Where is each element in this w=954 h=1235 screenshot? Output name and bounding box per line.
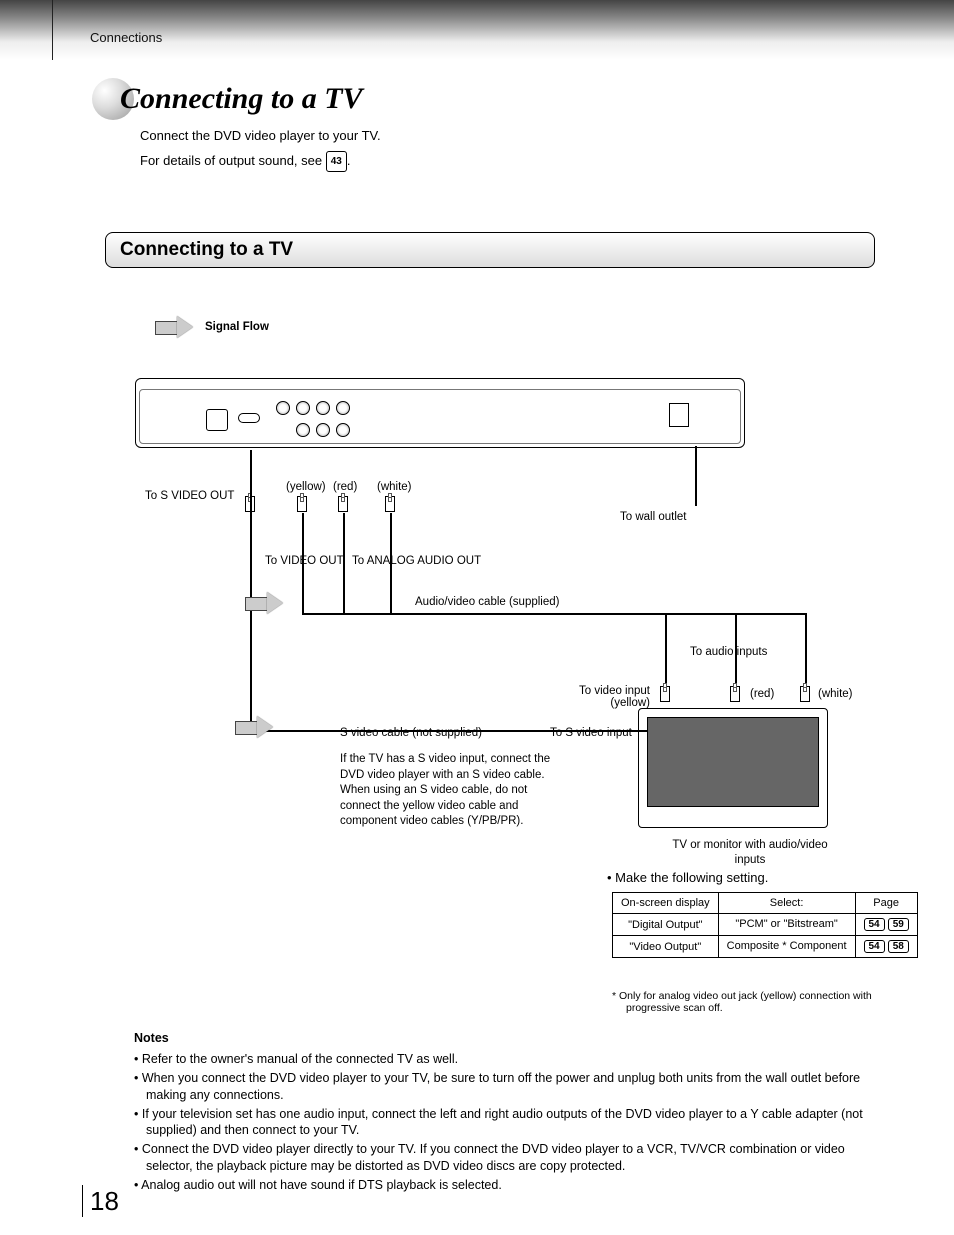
table-row: "Digital Output" "PCM" or "Bitstream" 54… [613, 914, 918, 936]
setting-prompt: • Make the following setting. [617, 870, 768, 885]
intro-text: Connect the DVD video player to your TV.… [140, 124, 381, 173]
label-red-1: (red) [333, 481, 357, 493]
label-av-cable: Audio/video cable (supplied) [415, 596, 559, 608]
section-header: Connections [90, 30, 162, 45]
optical-port [206, 409, 228, 431]
table-header-select: Select: [718, 893, 855, 914]
page-ref: 54 [864, 918, 885, 931]
panel-heading: Connecting to a TV [105, 232, 875, 268]
label-white-2: (white) [818, 688, 853, 700]
label-yellow-1: (yellow) [286, 481, 326, 493]
arrow-icon [235, 716, 275, 738]
table-header-display: On-screen display [613, 893, 719, 914]
page-number-rule [82, 1185, 83, 1217]
connection-panel: Connecting to a TV Signal Flow To wall o… [105, 232, 875, 868]
page-number: 18 [90, 1186, 119, 1217]
dvd-player-rear [135, 378, 745, 448]
tv-screen [647, 717, 819, 807]
tv-caption: TV or monitor with audio/video inputs [670, 838, 830, 868]
note-item: If your television set has one audio inp… [134, 1106, 874, 1140]
svideo-note: If the TV has a S video input, connect t… [340, 752, 565, 830]
label-analog-audio-out: To ANALOG AUDIO OUT [352, 555, 481, 567]
notes-section: Notes Refer to the owner's manual of the… [134, 1030, 874, 1196]
page-title: Connecting to a TV [120, 82, 363, 116]
settings-table: On-screen display Select: Page "Digital … [612, 892, 918, 958]
label-svideo-out: To S VIDEO OUT [145, 490, 234, 502]
svideo-cable-arrow [235, 716, 275, 741]
signal-flow-legend: Signal Flow [155, 316, 269, 338]
intro-line-1: Connect the DVD video player to your TV. [140, 124, 381, 149]
intro-line-2: For details of output sound, see 43. [140, 149, 381, 174]
page-ref-43: 43 [326, 151, 347, 172]
tv-monitor [638, 708, 828, 828]
audio-out-ports-row2 [296, 423, 350, 437]
label-video-out: To VIDEO OUT [265, 555, 344, 567]
plug-tv-white [800, 686, 810, 702]
label-to-video-input: To video input (yellow) [530, 685, 650, 709]
video-out-ports-row1 [276, 401, 350, 415]
arrow-icon [245, 592, 285, 614]
plug-yellow [297, 496, 307, 512]
left-margin-rule [52, 0, 53, 60]
note-item: Refer to the owner's manual of the conne… [134, 1051, 874, 1068]
plug-tv-red [730, 686, 740, 702]
plug-red [338, 496, 348, 512]
label-svideo-cable: S video cable (not supplied) [340, 727, 482, 739]
table-row: "Video Output" Composite * Component 54 … [613, 936, 918, 958]
arrow-icon [155, 316, 195, 338]
label-wall-outlet: To wall outlet [620, 511, 686, 523]
page-ref: 58 [888, 940, 909, 953]
note-item: Analog audio out will not have sound if … [134, 1177, 874, 1194]
plug-white [385, 496, 395, 512]
notes-title: Notes [134, 1030, 874, 1047]
label-red-2: (red) [750, 688, 774, 700]
label-white-1: (white) [377, 481, 412, 493]
plug-tv-yellow [660, 686, 670, 702]
label-to-svideo-input: To S video input [550, 727, 632, 739]
page-ref: 54 [864, 940, 885, 953]
note-item: When you connect the DVD video player to… [134, 1070, 874, 1104]
table-footnote: * Only for analog video out jack (yellow… [612, 990, 872, 1014]
table-header-page: Page [855, 893, 917, 914]
power-cable [695, 446, 697, 506]
av-cable-arrow [245, 592, 285, 617]
connection-diagram: Signal Flow To wall outlet To S VIDEO OU… [105, 268, 875, 868]
label-to-audio-inputs: To audio inputs [690, 646, 767, 658]
ac-inlet [669, 403, 689, 427]
coaxial-port [238, 413, 260, 423]
page-ref: 59 [888, 918, 909, 931]
note-item: Connect the DVD video player directly to… [134, 1141, 874, 1175]
